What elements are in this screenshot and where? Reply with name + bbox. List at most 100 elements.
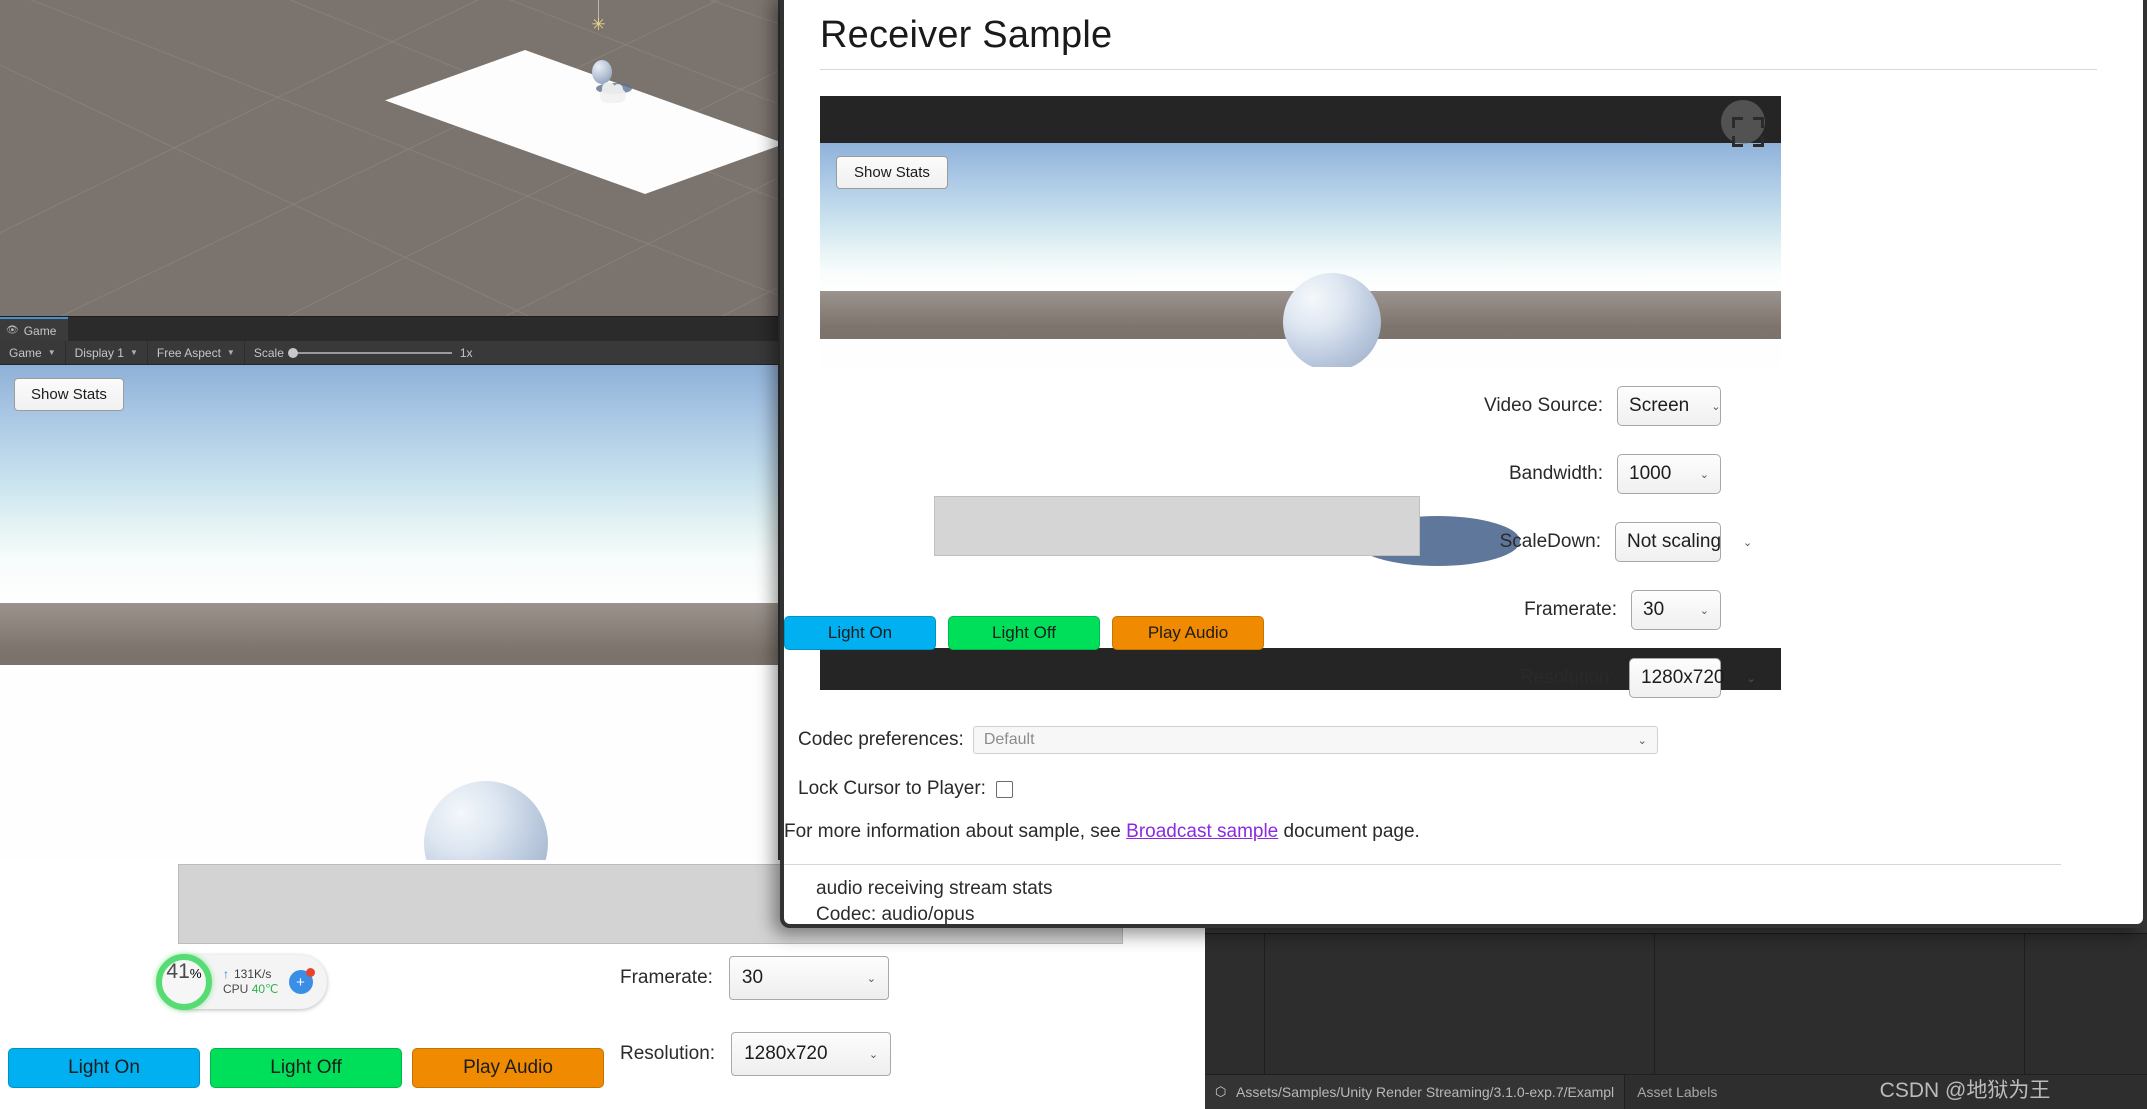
unity-scene-view[interactable]: ✳ — [0, 0, 778, 316]
show-stats-button-gameview[interactable]: Show Stats — [14, 378, 124, 411]
unity-game-tabbar: 👁 Game — [0, 316, 778, 342]
percent-sign: % — [189, 966, 202, 981]
game-aspect-dropdown[interactable]: Free Aspect ▼ — [148, 341, 245, 364]
stream-sky — [820, 143, 1781, 293]
chevron-down-icon: ⌄ — [866, 972, 876, 985]
chevron-down-icon: ▼ — [129, 348, 138, 357]
upload-arrow-icon: ↑ — [223, 967, 229, 981]
unity-game-toolbar: Game ▼ Display 1 ▼ Free Aspect ▼ Scale 1… — [0, 341, 778, 365]
unity-resolution-row: Resolution: 1280x720 ⌄ — [620, 1032, 892, 1076]
lock-cursor-row: Lock Cursor to Player: — [798, 778, 1013, 800]
codec-preferences-value: Default — [983, 731, 1035, 748]
broadcast-sample-link[interactable]: Broadcast sample — [1126, 821, 1278, 842]
scaledown-label: ScaleDown: — [1499, 531, 1602, 552]
video-stream-surface — [820, 143, 1781, 367]
title-divider — [820, 69, 2097, 70]
game-display-dropdown[interactable]: Display 1 ▼ — [66, 341, 148, 364]
network-rate-value: 131K/s — [234, 967, 272, 981]
light-on-button[interactable]: Light On — [784, 616, 936, 650]
framerate-label: Framerate: — [1524, 599, 1618, 620]
scaledown-select[interactable]: Not scaling ⌄ — [1615, 522, 1752, 562]
scene-sphere-object[interactable] — [592, 60, 612, 84]
info-before: For more information about sample, see — [784, 821, 1127, 842]
audio-stream-stats: audio receiving stream stats Codec: audi… — [816, 878, 1053, 926]
chevron-down-icon: ⌄ — [1743, 536, 1753, 549]
video-source-value: Screen — [1629, 395, 1690, 416]
csdn-watermark: CSDN @地狱为王 — [1879, 1079, 2051, 1102]
chevron-down-icon: ⌄ — [1699, 604, 1710, 617]
screen-root: ✳ 👁 Game Game ▼ Display 1 ▼ Free Aspect — [0, 0, 2147, 1109]
gray-placeholder-panel — [934, 496, 1420, 556]
perf-add-badge[interactable]: + — [288, 968, 315, 994]
game-target-label: Game — [9, 345, 42, 360]
performance-monitor-widget[interactable]: 41% ↑ 131K/s CPU 40℃ + — [156, 954, 327, 1010]
player-top-bar — [820, 96, 1781, 143]
chevron-down-icon: ▼ — [226, 348, 235, 357]
unity-resolution-value: 1280x720 — [744, 1043, 828, 1064]
resolution-value: 1280x720 — [1641, 667, 1725, 688]
resolution-select[interactable]: 1280x720 ⌄ — [1629, 658, 1756, 698]
framerate-value: 30 — [1643, 599, 1665, 620]
chevron-down-icon: ▼ — [47, 348, 56, 357]
cpu-label: CPU — [223, 982, 249, 996]
game-aspect-label: Free Aspect — [156, 345, 221, 360]
framerate-select[interactable]: 30 ⌄ — [1631, 590, 1722, 630]
cpu-temp-row: CPU 40℃ — [223, 982, 279, 997]
unity-resolution-label: Resolution: — [620, 1043, 716, 1064]
chevron-down-icon: ⌄ — [1699, 468, 1710, 481]
chevron-down-icon: ⌄ — [1746, 672, 1756, 685]
game-scale-value: 1x — [459, 345, 473, 360]
resolution-label: Resolution: — [1519, 667, 1616, 688]
codec-preferences-label: Codec preferences: — [798, 729, 964, 750]
form-row-resolution: Resolution: 1280x720 ⌄ — [1484, 658, 1756, 698]
cpu-usage-percent: 41 — [166, 960, 190, 983]
light-off-button[interactable]: Light Off — [210, 1048, 402, 1088]
scale-slider[interactable] — [287, 347, 452, 358]
lock-cursor-checkbox[interactable] — [995, 780, 1013, 798]
scale-slider-handle[interactable] — [287, 347, 298, 358]
bandwidth-value: 1000 — [1629, 463, 1672, 484]
game-scale-control[interactable]: Scale 1x — [245, 346, 482, 360]
codec-preferences-select[interactable]: Default ⌄ — [972, 726, 1658, 754]
stream-settings-form: Video Source: Screen ⌄ Bandwidth: 1000 ⌄ Scale… — [1484, 386, 1756, 726]
unity-logo-icon: ⬡ — [1215, 1084, 1227, 1099]
lock-cursor-label: Lock Cursor to Player: — [798, 778, 986, 799]
unity-action-buttons: Light On Light Off Play Audio — [8, 1048, 604, 1088]
directional-light-icon[interactable]: ✳ — [590, 16, 607, 33]
unity-resolution-select[interactable]: 1280x720 ⌄ — [731, 1032, 892, 1076]
chevron-down-icon: ⌄ — [1711, 400, 1721, 413]
stream-sphere-object — [1283, 273, 1381, 367]
stats-divider — [784, 864, 2061, 865]
tab-game-label: Game — [23, 323, 57, 338]
chevron-down-icon: ⌄ — [1637, 734, 1647, 747]
game-target-dropdown[interactable]: Game ▼ — [0, 341, 66, 364]
browser-window[interactable]: Receiver Sample 画中画 — [780, 0, 2147, 928]
info-after: document page. — [1278, 821, 1420, 842]
info-paragraph: For more information about sample, see B… — [784, 821, 1420, 843]
show-stats-button[interactable]: Show Stats — [836, 156, 948, 189]
fullscreen-icon[interactable] — [1732, 117, 1764, 147]
light-off-button[interactable]: Light Off — [948, 616, 1100, 650]
web-page-content: Receiver Sample 画中画 — [784, 0, 2143, 924]
unity-framerate-row: Framerate: 30 ⌄ — [620, 956, 889, 1000]
light-on-button[interactable]: Light On — [8, 1048, 200, 1088]
asset-path-field[interactable]: ⬡ Assets/Samples/Unity Render Streaming/… — [1205, 1075, 1626, 1109]
form-row-bandwidth: Bandwidth: 1000 ⌄ — [1484, 454, 1722, 494]
unity-framerate-label: Framerate: — [620, 967, 713, 988]
bandwidth-select[interactable]: 1000 ⌄ — [1617, 454, 1722, 494]
play-audio-button[interactable]: Play Audio — [412, 1048, 604, 1088]
form-row-framerate: Framerate: 30 ⌄ — [1484, 590, 1722, 630]
play-audio-button[interactable]: Play Audio — [1112, 616, 1264, 650]
cpu-temp-value: 40℃ — [251, 982, 279, 996]
unity-framerate-select[interactable]: 30 ⌄ — [728, 956, 889, 1000]
action-buttons-row: Light On Light Off Play Audio — [784, 616, 1264, 650]
tab-game[interactable]: 👁 Game — [0, 317, 69, 342]
cpu-usage-ring: 41% — [156, 954, 212, 1010]
codec-preferences-row: Codec preferences: Default ⌄ — [798, 726, 1658, 754]
game-display-label: Display 1 — [74, 345, 124, 360]
form-row-video-source: Video Source: Screen ⌄ — [1484, 386, 1722, 426]
video-source-select[interactable]: Screen ⌄ — [1617, 386, 1722, 426]
asset-path-text: Assets/Samples/Unity Render Streaming/3.… — [1236, 1084, 1615, 1100]
unity-framerate-value: 30 — [741, 967, 764, 988]
bandwidth-label: Bandwidth: — [1509, 463, 1604, 484]
